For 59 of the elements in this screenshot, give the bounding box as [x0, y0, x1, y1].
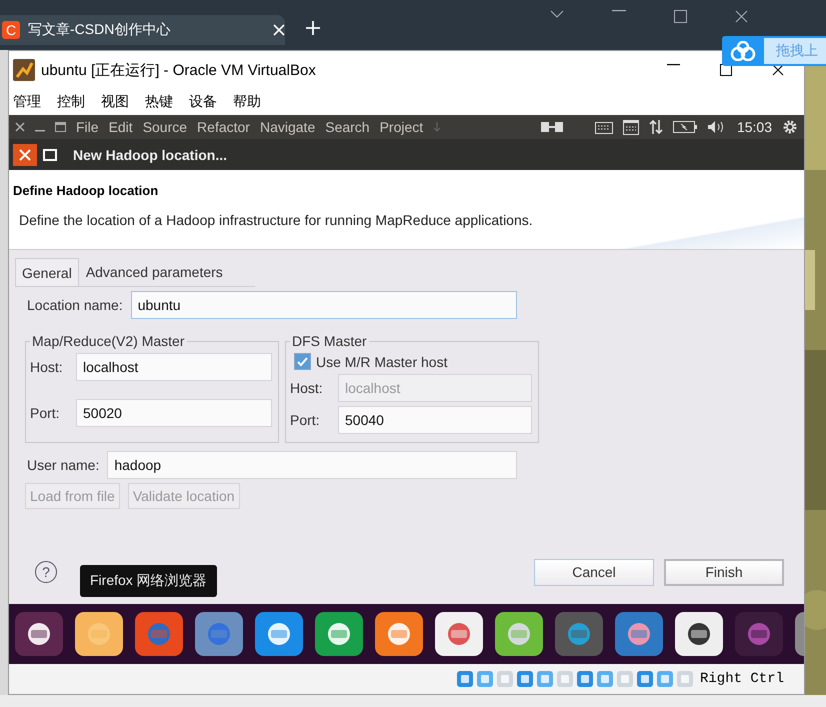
menu-item[interactable]: 控制 — [57, 93, 85, 111]
device-icon[interactable] — [516, 670, 534, 688]
checkbox[interactable] — [294, 353, 311, 370]
group-title: DFS Master — [291, 333, 368, 349]
menu-item[interactable]: 设备 — [189, 93, 217, 111]
calendar-icon[interactable] — [622, 119, 639, 135]
text-field[interactable]: 50040 — [338, 406, 532, 434]
close-button[interactable] — [13, 144, 37, 166]
host-key-text: Right Ctrl — [700, 671, 784, 687]
tooltip: Firefox 网络浏览器 — [80, 565, 217, 597]
field-label: Location name: — [27, 297, 123, 313]
dialog-button[interactable]: Finish — [664, 558, 784, 586]
site-logo: C — [2, 21, 20, 39]
device-icon[interactable] — [576, 670, 594, 688]
menu-item[interactable]: 热键 — [145, 93, 173, 111]
dialog-description: Define the location of a Hadoop infrastructure for running MapReduce applications. — [18, 212, 534, 228]
window-title: ubuntu [正在运行] - Oracle VM VirtualBox — [41, 60, 317, 80]
close-icon[interactable] — [772, 64, 784, 76]
plus-icon[interactable] — [305, 20, 321, 36]
keyboard-icon[interactable] — [594, 120, 613, 134]
text-field[interactable]: ubuntu — [130, 291, 517, 319]
menu-item[interactable]: Refactor — [197, 119, 250, 135]
device-icon[interactable] — [456, 670, 474, 688]
cloud-icon — [730, 41, 756, 61]
menu-item[interactable]: 管理 — [13, 93, 41, 111]
text-field[interactable]: 50020 — [76, 399, 272, 427]
group-title: Map/Reduce(V2) Master — [31, 333, 186, 349]
menu-item[interactable]: 视图 — [101, 93, 129, 111]
device-icon[interactable] — [636, 670, 654, 688]
field-label: Port: — [30, 405, 61, 421]
menu-item[interactable]: Search — [325, 119, 370, 135]
arrows-icon[interactable] — [648, 119, 663, 135]
menu-item[interactable]: Navigate — [260, 119, 316, 135]
field-label: Host: — [30, 359, 64, 375]
tab[interactable]: Advanced parameters — [78, 258, 230, 286]
menu-item[interactable]: File — [76, 119, 99, 135]
menu-item[interactable]: Project — [380, 119, 424, 135]
app-logo-icon — [13, 59, 35, 81]
text-field[interactable]: hadoop — [107, 451, 518, 479]
battery-icon[interactable] — [672, 121, 697, 133]
minimize-icon[interactable] — [667, 64, 680, 66]
help-button[interactable]: ? — [35, 561, 57, 583]
field-label: Port: — [290, 412, 321, 428]
browser-tab[interactable]: C 写文章-CSDN创作中心 — [0, 15, 285, 45]
gear-icon[interactable] — [782, 119, 798, 135]
menu-item[interactable]: 帮助 — [233, 93, 261, 111]
dialog-title: New Hadoop location... — [73, 146, 228, 162]
checkbox-label: Use M/R Master host — [316, 354, 448, 370]
menu-item[interactable]: Source — [142, 119, 188, 135]
dialog-heading: Define Hadoop location — [13, 183, 160, 198]
field-label: User name: — [27, 457, 100, 473]
tab[interactable]: General — [15, 258, 79, 286]
arrow-icon — [433, 122, 442, 132]
dialog-button[interactable]: Cancel — [534, 558, 654, 586]
field-label: Host: — [290, 380, 324, 396]
clock-text: 15:03 — [736, 119, 772, 135]
menu-item[interactable]: Edit — [108, 119, 133, 135]
text-field[interactable]: localhost — [76, 353, 272, 381]
restore-icon[interactable] — [55, 122, 66, 132]
